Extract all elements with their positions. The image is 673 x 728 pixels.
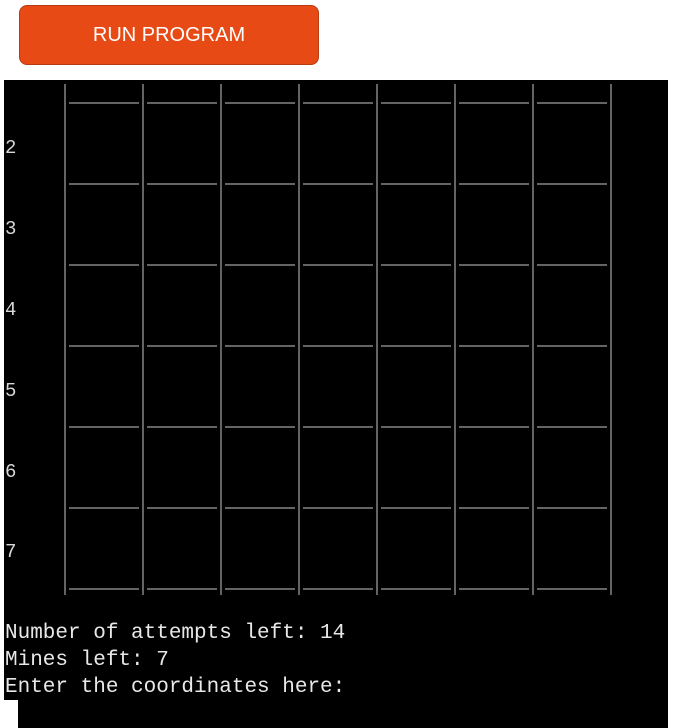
row-label-7: 7 [5,541,17,563]
terminal-output: 2 3 4 5 6 7 Number of attempts left: 14 … [4,80,668,728]
coordinates-input[interactable] [356,678,656,705]
coordinates-prompt: Enter the coordinates here: [5,676,346,699]
mines-left-text: Mines left: 7 [5,649,169,672]
minesweeper-board: 2 3 4 5 6 7 [4,80,668,610]
board-grid [64,84,612,595]
row-label-2: 2 [5,137,17,159]
row-label-4: 4 [5,299,17,321]
row-label-6: 6 [5,461,17,483]
attempts-left-text: Number of attempts left: 14 [5,622,346,645]
row-label-5: 5 [5,380,17,402]
row-label-3: 3 [5,218,17,240]
page-gap [4,700,18,728]
run-program-button[interactable]: RUN PROGRAM [19,5,319,65]
